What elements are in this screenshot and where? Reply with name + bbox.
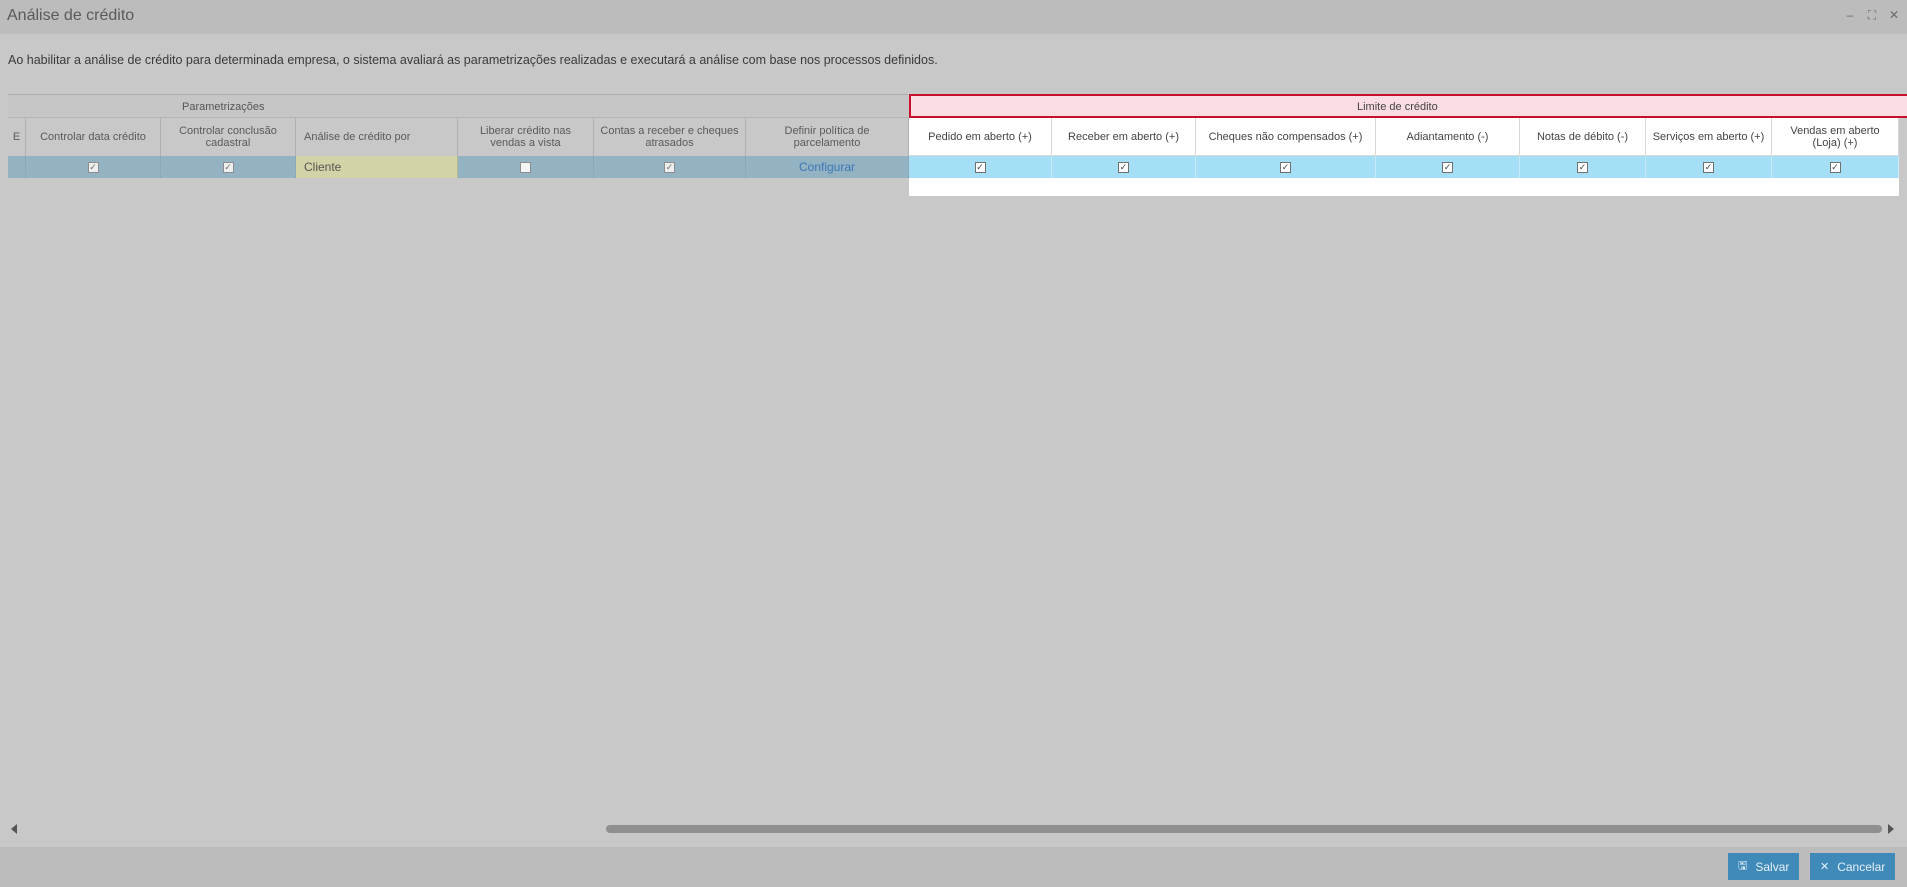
window-title: Análise de crédito (7, 7, 135, 24)
column-header-vendas-aberto[interactable]: Vendas em aberto (Loja) (+) (1772, 118, 1899, 156)
cell-controlar-conclusao: ✓ (161, 156, 296, 178)
checkbox-liberar-credito[interactable] (520, 161, 531, 173)
close-icon[interactable]: ✕ (1887, 7, 1901, 23)
cell-contas-receber: ✓ (594, 156, 746, 178)
column-header-pedido-aberto[interactable]: Pedido em aberto (+) (909, 118, 1052, 156)
save-button-label: Salvar (1755, 859, 1790, 874)
group-header-limite-credito: Limite de crédito (909, 94, 1907, 118)
column-header-controlar-conclusao[interactable]: Controlar conclusão cadastral (161, 118, 296, 156)
column-header-receber-aberto[interactable]: Receber em aberto (+) (1052, 118, 1196, 156)
window-controls: – ⛶ ✕ (1843, 7, 1901, 23)
column-header-politica-parcelamento[interactable]: Definir política de parcelamento (746, 118, 909, 156)
cell-notas-debito: ✓ (1520, 156, 1646, 178)
column-header-analise-por[interactable]: Análise de crédito por (296, 118, 458, 156)
checkbox-servicos-aberto[interactable]: ✓ (1703, 161, 1714, 173)
cell-cheques: ✓ (1196, 156, 1376, 178)
horizontal-scrollbar[interactable] (0, 819, 1907, 839)
cell-controlar-data: ✓ (26, 156, 161, 178)
column-header-notas-debito[interactable]: Notas de débito (-) (1520, 118, 1646, 156)
select-analise-por[interactable]: Cliente (296, 156, 458, 178)
column-header-cheques[interactable]: Cheques não compensados (+) (1196, 118, 1376, 156)
minimize-icon[interactable]: – (1843, 7, 1857, 23)
dialog-footer: 🖫 Salvar ✕ Cancelar (0, 847, 1907, 887)
maximize-icon[interactable]: ⛶ (1865, 7, 1879, 23)
cell-adiantamento: ✓ (1376, 156, 1520, 178)
cell-liberar-credito (458, 156, 594, 178)
cell-pedido-aberto: ✓ (909, 156, 1052, 178)
row-stub (8, 156, 26, 178)
checkbox-cheques[interactable]: ✓ (1280, 161, 1291, 173)
scroll-left-icon[interactable] (11, 824, 17, 834)
checkbox-pedido-aberto[interactable]: ✓ (974, 161, 986, 173)
configurar-link[interactable]: Configurar (799, 160, 855, 174)
save-button[interactable]: 🖫 Salvar (1728, 853, 1800, 880)
empty-row-area (909, 178, 1899, 196)
checkbox-notas-debito[interactable]: ✓ (1577, 161, 1588, 173)
column-header-servicos-aberto[interactable]: Serviços em aberto (+) (1646, 118, 1772, 156)
scroll-right-icon[interactable] (1888, 824, 1894, 834)
cell-servicos-aberto: ✓ (1646, 156, 1772, 178)
checkbox-receber-aberto[interactable]: ✓ (1118, 161, 1129, 173)
cell-vendas-aberto: ✓ (1772, 156, 1899, 178)
checkbox-controlar-conclusao[interactable]: ✓ (222, 161, 234, 173)
cell-receber-aberto: ✓ (1052, 156, 1196, 178)
column-header-adiantamento[interactable]: Adiantamento (-) (1376, 118, 1520, 156)
checkbox-contas-receber[interactable]: ✓ (664, 161, 675, 173)
description-text: Ao habilitar a análise de crédito para d… (8, 53, 938, 67)
cancel-button-label: Cancelar (1837, 859, 1886, 874)
checkbox-adiantamento[interactable]: ✓ (1442, 161, 1453, 173)
column-header-liberar-credito[interactable]: Liberar crédito nas vendas a vista (458, 118, 594, 156)
scrollbar-thumb[interactable] (606, 825, 1882, 833)
checkbox-controlar-data[interactable]: ✓ (87, 161, 99, 173)
group-label-limite-credito: Limite de crédito (1357, 101, 1438, 113)
checkbox-vendas-aberto[interactable]: ✓ (1829, 161, 1841, 173)
column-header-contas-receber[interactable]: Contas a receber e cheques atrasados (594, 118, 746, 156)
save-icon: 🖫 (1738, 860, 1748, 872)
scrollbar-track[interactable] (24, 825, 1882, 833)
cancel-button[interactable]: ✕ Cancelar (1810, 853, 1896, 880)
column-header-controlar-data[interactable]: Controlar data crédito (26, 118, 161, 156)
group-header-parametrizacoes: Parametrizações (8, 94, 908, 118)
close-icon: ✕ (1820, 861, 1830, 873)
column-header-stub[interactable]: E (8, 118, 26, 156)
cell-politica-parcelamento: Configurar (746, 156, 909, 178)
window-titlebar: Análise de crédito – ⛶ ✕ (0, 0, 1907, 34)
group-label-parametrizacoes: Parametrizações (182, 101, 265, 113)
